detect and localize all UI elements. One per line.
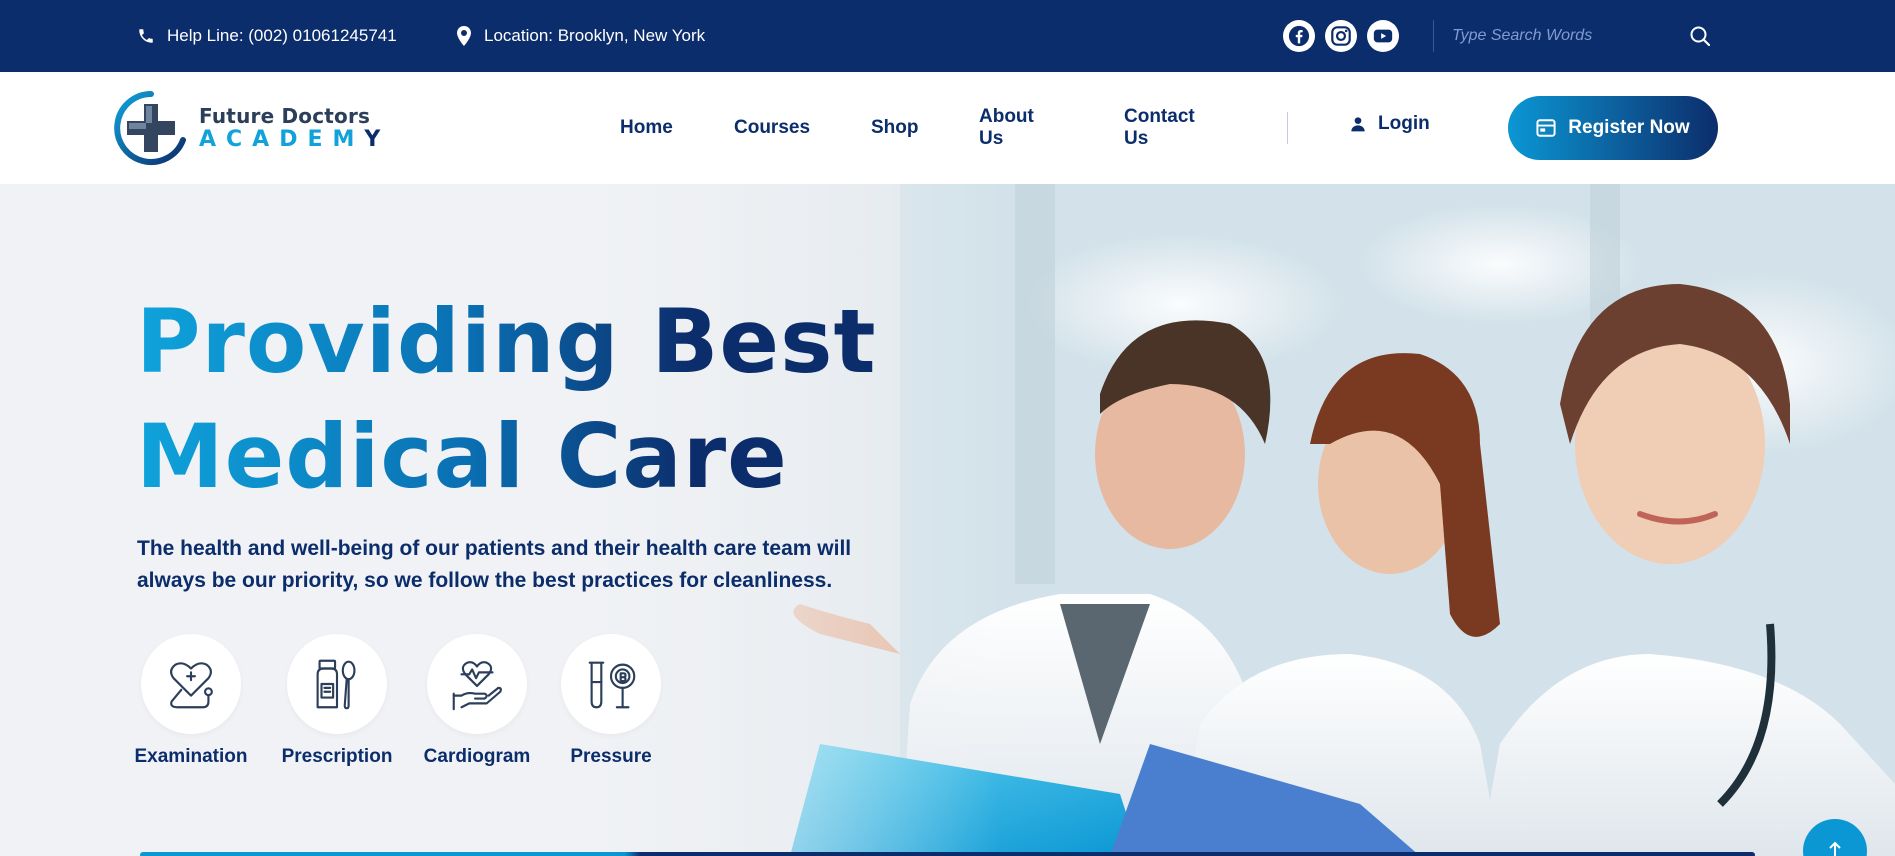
medicine-bottle-icon — [316, 659, 356, 710]
arrow-up-icon — [1829, 841, 1841, 856]
feature-prescription-label: Prescription — [281, 746, 393, 767]
help-line[interactable]: Help Line: (002) 01061245741 — [137, 0, 397, 72]
hero-description: The health and well-being of our patient… — [137, 537, 852, 592]
hero-title-line2: Medical Care — [136, 405, 788, 508]
medical-cross-logo-icon — [114, 91, 186, 165]
feature-prescription[interactable]: Prescription — [277, 634, 397, 768]
social-links — [1283, 20, 1399, 52]
nav-about-us[interactable]: About Us — [979, 106, 1034, 150]
search-icon — [1690, 26, 1711, 47]
register-now-label: Register Now — [1568, 117, 1690, 138]
search-input[interactable] — [1452, 22, 1652, 50]
logo-title: Future Doctors — [199, 103, 371, 128]
stethoscope-heart-icon — [170, 662, 213, 709]
main-header: Future Doctors ACADEMY Home Courses Shop… — [0, 72, 1895, 184]
help-line-text: Help Line: (002) 01061245741 — [167, 26, 397, 45]
site-logo[interactable]: Future Doctors ACADEMY — [113, 90, 380, 166]
logo-subtitle-main: ACADEM — [199, 126, 365, 152]
facebook-icon — [1288, 25, 1310, 47]
feature-examination[interactable]: Examination — [131, 634, 251, 768]
nav-divider — [1287, 112, 1288, 144]
test-tube-icon — [588, 661, 636, 709]
nav-shop[interactable]: Shop — [871, 117, 919, 139]
feature-cardiogram[interactable]: Cardiogram — [417, 634, 537, 768]
feature-icon-circle — [427, 634, 527, 734]
feature-icon-circle — [561, 634, 661, 734]
instagram-link[interactable] — [1325, 20, 1357, 52]
login-label: Login — [1378, 113, 1430, 134]
location: Location: Brooklyn, New York — [456, 0, 705, 72]
search-button[interactable] — [1688, 24, 1714, 50]
login-link[interactable]: Login — [1350, 113, 1430, 135]
feature-cardiogram-label: Cardiogram — [423, 746, 531, 767]
nav-home[interactable]: Home — [620, 117, 673, 139]
nav-courses[interactable]: Courses — [734, 117, 810, 139]
logo-subtitle: ACADEMY — [199, 126, 381, 152]
register-now-button[interactable]: Register Now — [1508, 96, 1718, 160]
youtube-link[interactable] — [1367, 20, 1399, 52]
feature-icon-circle — [287, 634, 387, 734]
youtube-icon — [1373, 29, 1393, 43]
calendar-card-icon — [1536, 119, 1556, 137]
user-icon — [1351, 117, 1365, 132]
feature-pressure-label: Pressure — [570, 746, 652, 767]
hero-section: Providing Best Medical Care The health a… — [0, 184, 1895, 856]
logo-subtitle-last: Y — [364, 126, 381, 152]
facebook-link[interactable] — [1283, 20, 1315, 52]
hero-title-line1: Providing Best — [136, 290, 877, 393]
instagram-icon — [1331, 26, 1351, 46]
top-info-bar: Help Line: (002) 01061245741 Location: B… — [0, 0, 1895, 72]
feature-examination-label: Examination — [134, 746, 248, 767]
topbar-divider — [1433, 20, 1434, 52]
hand-heart-icon — [452, 661, 502, 711]
hero-title: Providing Best Medical Care — [136, 284, 877, 514]
nav-contact-us[interactable]: Contact Us — [1124, 106, 1195, 150]
map-pin-icon — [457, 26, 471, 46]
feature-pressure[interactable]: Pressure — [551, 634, 671, 768]
phone-icon — [139, 29, 153, 43]
feature-icon-circle — [141, 634, 241, 734]
hero-bottom-bar — [140, 852, 1755, 856]
location-text: Location: Brooklyn, New York — [484, 26, 706, 45]
